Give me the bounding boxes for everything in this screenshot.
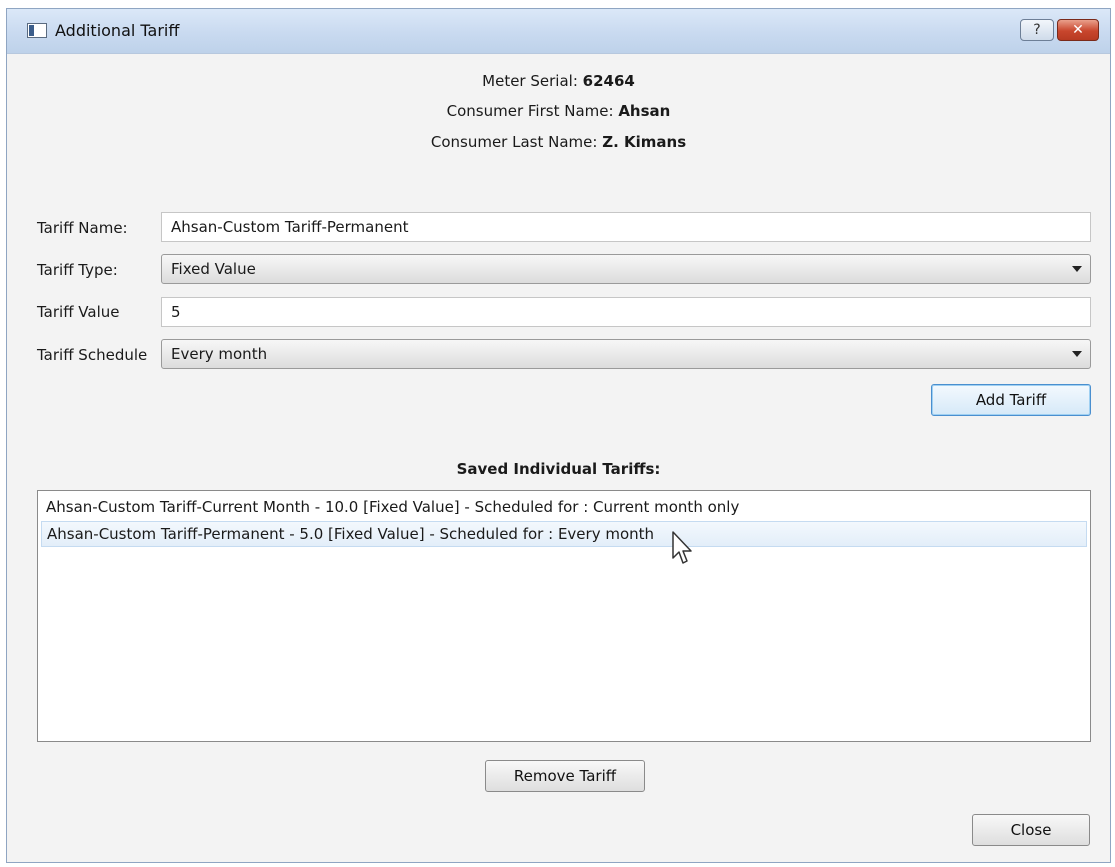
- last-name-label: Consumer Last Name:: [430, 133, 598, 151]
- window-title: Additional Tariff: [55, 21, 180, 40]
- window-app-icon: [27, 23, 47, 38]
- additional-tariff-dialog: Additional Tariff ? ✕ Meter Serial: 6246…: [6, 8, 1111, 863]
- window-close-icon[interactable]: ✕: [1057, 19, 1099, 41]
- dialog-content: Meter Serial: 62464 Consumer First Name:…: [7, 54, 1110, 862]
- tariff-type-value: Fixed Value: [171, 260, 256, 278]
- close-button[interactable]: Close: [972, 814, 1090, 846]
- dropdown-arrow-icon: [1072, 266, 1082, 272]
- tariff-value-label: Tariff Value: [37, 303, 120, 321]
- dropdown-arrow-icon: [1072, 351, 1082, 357]
- list-item[interactable]: Ahsan-Custom Tariff-Current Month - 10.0…: [41, 494, 1087, 520]
- tariff-schedule-value: Every month: [171, 345, 268, 363]
- tariff-name-label: Tariff Name:: [37, 219, 128, 237]
- mouse-cursor-icon: [672, 531, 692, 564]
- first-name-label: Consumer First Name:: [446, 102, 614, 120]
- tariff-schedule-select[interactable]: Every month: [161, 339, 1091, 369]
- tariff-value-input[interactable]: 5: [161, 297, 1091, 327]
- remove-tariff-button[interactable]: Remove Tariff: [485, 760, 645, 792]
- tariff-name-input[interactable]: Ahsan-Custom Tariff-Permanent: [161, 212, 1091, 242]
- saved-tariffs-title: Saved Individual Tariffs:: [456, 460, 661, 478]
- tariff-schedule-label: Tariff Schedule: [37, 346, 148, 364]
- meter-serial-line: Meter Serial: 62464: [7, 72, 1110, 90]
- tariff-type-select[interactable]: Fixed Value: [161, 254, 1091, 284]
- title-bar: Additional Tariff ? ✕: [7, 9, 1110, 54]
- meter-serial-value: 62464: [582, 72, 635, 90]
- last-name-value: Z. Kimans: [602, 133, 687, 151]
- add-tariff-button[interactable]: Add Tariff: [931, 384, 1091, 416]
- help-button[interactable]: ?: [1020, 19, 1054, 41]
- saved-tariffs-list[interactable]: Ahsan-Custom Tariff-Current Month - 10.0…: [37, 490, 1091, 742]
- tariff-type-label: Tariff Type:: [37, 261, 118, 279]
- meter-serial-label: Meter Serial:: [482, 72, 578, 90]
- first-name-value: Ahsan: [618, 102, 671, 120]
- first-name-line: Consumer First Name: Ahsan: [7, 102, 1110, 120]
- list-item[interactable]: Ahsan-Custom Tariff-Permanent - 5.0 [Fix…: [41, 521, 1087, 547]
- last-name-line: Consumer Last Name: Z. Kimans: [7, 133, 1110, 151]
